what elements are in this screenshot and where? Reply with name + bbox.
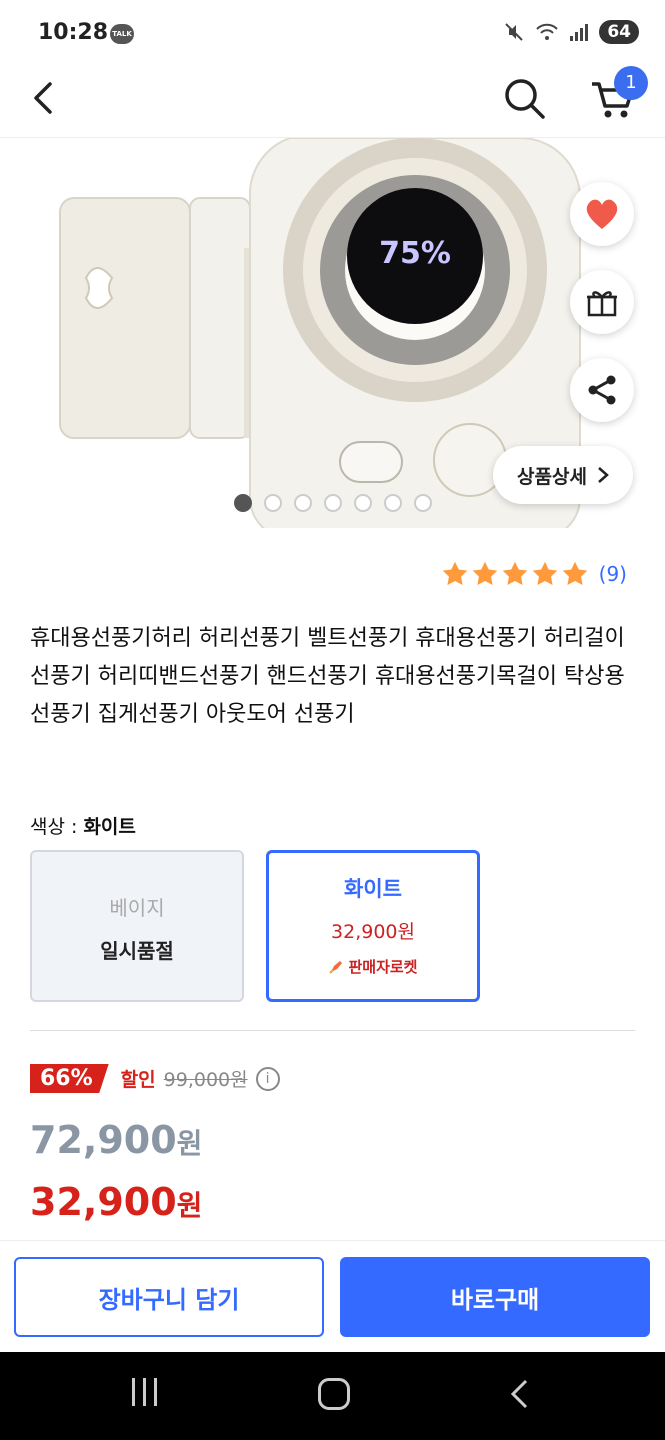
- product-detail-label: 상품상세: [517, 465, 587, 488]
- star-icon: [472, 561, 497, 585]
- signal-icon: [570, 24, 589, 41]
- color-option-white[interactable]: 화이트 32,900원 판매자로켓: [266, 850, 480, 1002]
- sale-price-value: 32,900: [30, 1180, 177, 1224]
- carousel-dot[interactable]: [384, 494, 402, 512]
- info-icon[interactable]: i: [255, 1066, 280, 1091]
- recent-apps-icon: [154, 1378, 157, 1406]
- product-title: 휴대용선풍기허리 허리선풍기 벨트선풍기 휴대용선풍기 허리걸이선풍기 허리띠밴…: [30, 626, 625, 727]
- battery-indicator: 64: [599, 20, 639, 44]
- search-icon: [505, 79, 545, 119]
- original-price: 99,000원: [163, 1069, 248, 1091]
- color-option-name: 화이트: [344, 877, 402, 901]
- seller-rocket-badge: 판매자로켓: [269, 956, 477, 977]
- share-icon: [588, 375, 616, 405]
- divider: [30, 1030, 635, 1031]
- selected-color-value: 화이트: [83, 816, 136, 838]
- seller-rocket-label: 판매자로켓: [348, 958, 418, 976]
- purchase-footer: 장바구니 담기 바로구매: [0, 1240, 665, 1352]
- star-icon: [532, 561, 557, 585]
- kakaotalk-notification-icon: TALK: [110, 24, 134, 44]
- carousel-dot[interactable]: [294, 494, 312, 512]
- sold-out-label: 일시품절: [100, 939, 174, 963]
- star-icon: [502, 561, 527, 585]
- chevron-left-icon: [34, 82, 52, 114]
- list-price-value: 72,900: [30, 1118, 177, 1162]
- app-header: 1: [0, 66, 665, 138]
- gift-icon: [587, 291, 617, 317]
- sale-price: 32,900원: [30, 1180, 202, 1224]
- carousel-dot[interactable]: [414, 494, 432, 512]
- status-bar: 10:28 TALK 64: [0, 0, 665, 66]
- discount-percent-badge: 66%: [30, 1064, 109, 1093]
- product-detail-button[interactable]: 상품상세: [493, 446, 633, 504]
- product-rating[interactable]: (9): [441, 560, 627, 588]
- star-icon: [442, 561, 467, 585]
- currency-unit: 원: [176, 1127, 203, 1160]
- status-icons: 64: [503, 20, 639, 44]
- recent-apps-button[interactable]: [132, 1378, 157, 1406]
- carousel-dot[interactable]: [324, 494, 342, 512]
- home-button[interactable]: [318, 1378, 350, 1410]
- fan-display-text: 75%: [379, 236, 451, 271]
- color-option-name: 베이지: [109, 896, 165, 920]
- currency-unit: 원: [176, 1189, 203, 1222]
- product-image-carousel[interactable]: 75% 상품상세: [0, 138, 665, 528]
- color-label-prefix: 색상 :: [30, 816, 84, 838]
- color-selector-label: 색상 : 화이트: [30, 812, 136, 839]
- search-button[interactable]: [500, 74, 550, 124]
- buy-now-button[interactable]: 바로구매: [340, 1257, 650, 1337]
- discount-row: 66% 할인 99,000원 i: [30, 1064, 280, 1093]
- chevron-right-icon: [598, 467, 609, 483]
- recent-apps-icon: [132, 1378, 135, 1406]
- share-button[interactable]: [570, 358, 634, 422]
- status-time: 10:28: [38, 20, 109, 45]
- gift-button[interactable]: [570, 270, 634, 334]
- carousel-dot[interactable]: [264, 494, 282, 512]
- carousel-dot[interactable]: [234, 494, 252, 512]
- system-back-button[interactable]: [508, 1378, 532, 1414]
- wifi-icon: [536, 23, 559, 40]
- review-count[interactable]: (9): [599, 562, 627, 586]
- back-button[interactable]: [22, 76, 66, 120]
- star-icon: [562, 561, 587, 585]
- heart-icon: [586, 199, 618, 229]
- color-option-price: 32,900원: [331, 921, 415, 943]
- system-back-icon: [510, 1379, 528, 1409]
- cart-count-badge: 1: [614, 66, 648, 100]
- recent-apps-icon: [143, 1378, 146, 1406]
- carousel-dot[interactable]: [354, 494, 372, 512]
- discount-label: 할인: [120, 1069, 156, 1091]
- wishlist-button[interactable]: [570, 182, 634, 246]
- rocket-icon: [329, 960, 343, 974]
- color-option-beige[interactable]: 베이지 일시품절: [30, 850, 244, 1002]
- mute-icon: [505, 23, 524, 41]
- system-navigation-bar: [0, 1352, 665, 1440]
- add-to-cart-button[interactable]: 장바구니 담기: [14, 1257, 324, 1337]
- list-price: 72,900원: [30, 1118, 202, 1162]
- carousel-pagination: [234, 494, 432, 512]
